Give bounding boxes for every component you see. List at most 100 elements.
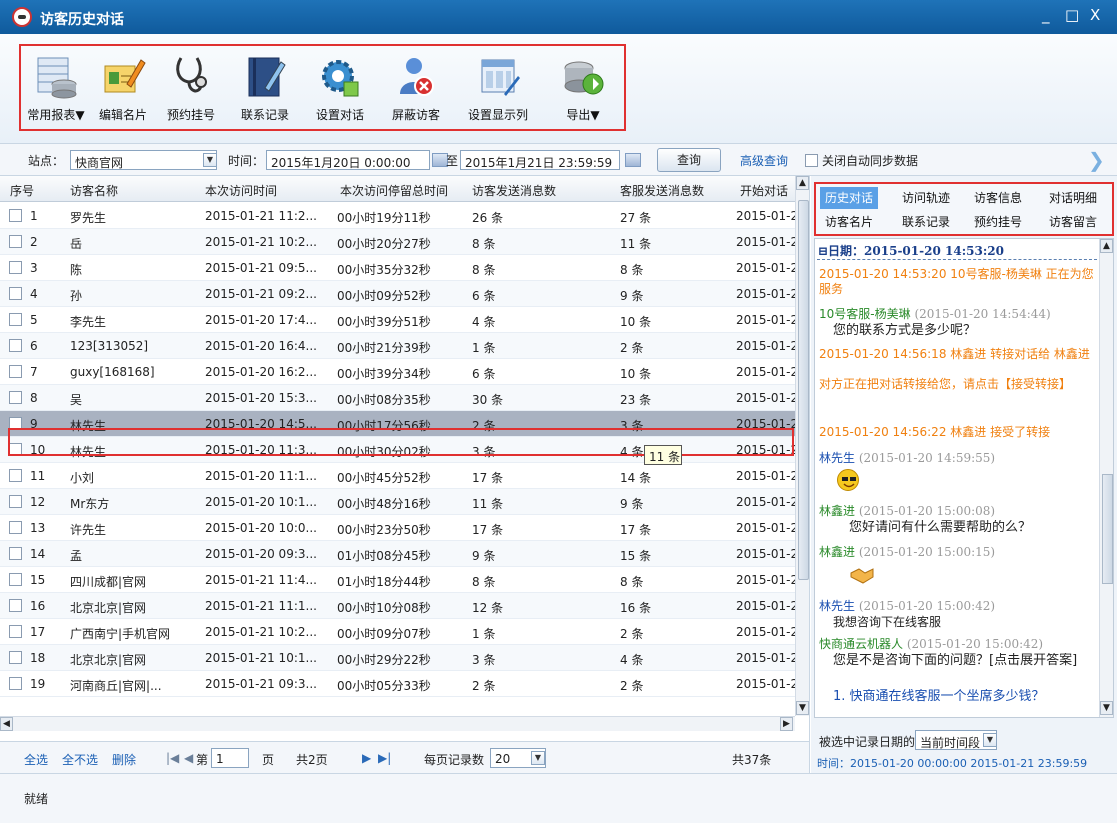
appointment-button[interactable]: 预约挂号 — [163, 54, 219, 126]
export-button[interactable]: 导出▼ — [555, 54, 611, 126]
chat-date-header[interactable]: ⊟日期：2015-01-20 14:53:20 — [818, 242, 1004, 259]
time-to-input[interactable]: 2015年1月21日 23:59:59 — [460, 150, 620, 170]
row-checkbox[interactable] — [9, 495, 22, 508]
row-checkbox[interactable] — [9, 521, 22, 534]
chevron-right-icon[interactable]: ❯ — [1088, 148, 1105, 172]
row-checkbox[interactable] — [9, 599, 22, 612]
col-header-name[interactable]: 访客名称 — [70, 182, 118, 199]
minimize-button[interactable]: _ — [1042, 6, 1050, 24]
per-page-dropdown-icon[interactable]: ▼ — [531, 751, 545, 765]
chat-scroll-up-icon[interactable]: ▲ — [1100, 239, 1113, 253]
tab-appointment[interactable]: 预约挂号 — [968, 211, 1028, 233]
time-range-dropdown-icon[interactable]: ▼ — [983, 733, 997, 747]
table-row[interactable]: 16 北京北京|官网 2015-01-21 11:1... 00小时10分08秒 12 … — [0, 593, 796, 619]
dialog-settings-button[interactable]: 设置对话 — [309, 54, 371, 126]
advanced-query-link[interactable]: 高级查询 — [740, 152, 788, 169]
dialog-settings-label: 设置对话 — [315, 108, 364, 122]
time-from-input[interactable]: 2015年1月20日 0:00:00 — [266, 150, 430, 170]
delete-link[interactable]: 删除 — [112, 751, 136, 768]
table-row[interactable]: 17 广西南宁|手机官网 2015-01-21 10:2... 00小时09分07秒 1… — [0, 619, 796, 645]
col-header-stay[interactable]: 本次访问停留总时间 — [340, 182, 448, 199]
row-checkbox[interactable] — [9, 287, 22, 300]
row-checkbox[interactable] — [9, 417, 22, 430]
table-vertical-scrollbar[interactable]: ▲ ▼ — [795, 176, 809, 716]
maximize-button[interactable]: □ — [1065, 6, 1079, 24]
block-visitor-button[interactable]: 屏蔽访客 — [385, 54, 447, 126]
last-page-icon[interactable]: ▶| — [378, 751, 391, 765]
close-button[interactable]: X — [1090, 6, 1100, 24]
row-checkbox[interactable] — [9, 469, 22, 482]
contact-records-button[interactable]: 联系记录 — [235, 54, 295, 126]
tab-history-dialog[interactable]: 历史对话 — [820, 187, 878, 209]
select-all-link[interactable]: 全选 — [24, 751, 48, 768]
table-row[interactable]: 14 孟 2015-01-20 09:3... 01小时08分45秒 9 条 15 条 20… — [0, 541, 796, 567]
row-checkbox[interactable] — [9, 443, 22, 456]
row-checkbox[interactable] — [9, 313, 22, 326]
site-dropdown-icon[interactable]: ▼ — [203, 153, 217, 167]
tooltip: 11 条 — [644, 445, 682, 465]
tab-visitor-message[interactable]: 访客留言 — [1042, 211, 1104, 233]
col-header-visit-time[interactable]: 本次访问时间 — [205, 182, 277, 199]
row-checkbox[interactable] — [9, 261, 22, 274]
row-checkbox[interactable] — [9, 209, 22, 222]
table-row[interactable]: 6 123[313052] 2015-01-20 16:4... 00小时21分39秒… — [0, 333, 796, 359]
table-row[interactable]: 9 林先生 2015-01-20 14:5... 00小时17分56秒 2 条 3 条 20… — [0, 411, 796, 437]
select-none-link[interactable]: 全不选 — [62, 751, 98, 768]
row-checkbox[interactable] — [9, 573, 22, 586]
prev-page-icon[interactable]: ◀ — [184, 751, 193, 765]
row-checkbox[interactable] — [9, 677, 22, 690]
faq-link[interactable]: 1. 快商通在线客服一个坐席多少钱？ — [833, 689, 1109, 704]
scroll-right-icon[interactable]: ▶ — [780, 717, 793, 731]
table-row[interactable]: 13 许先生 2015-01-20 10:0... 00小时23分50秒 17 条 17 … — [0, 515, 796, 541]
row-checkbox[interactable] — [9, 235, 22, 248]
edit-card-button[interactable]: 编辑名片 — [95, 54, 151, 126]
table-row[interactable]: 3 陈 2015-01-21 09:5... 00小时35分32秒 8 条 8 条 2015… — [0, 255, 796, 281]
table-row[interactable]: 1 罗先生 2015-01-21 11:2... 00小时19分11秒 26 条 27 条… — [0, 203, 796, 229]
col-header-staff-msgs[interactable]: 客服发送消息数 — [620, 182, 704, 199]
table-row[interactable]: 18 北京北京|官网 2015-01-21 10:1... 00小时29分22秒 3 条… — [0, 645, 796, 671]
first-page-icon[interactable]: |◀ — [166, 751, 179, 765]
table-horizontal-scrollbar[interactable]: ◀ ▶ — [0, 716, 795, 731]
row-checkbox[interactable] — [9, 391, 22, 404]
table-row[interactable]: 2 岳 2015-01-21 10:2... 00小时20分27秒 8 条 11 条 201… — [0, 229, 796, 255]
table-row[interactable]: 15 四川成都|官网 2015-01-21 11:4... 01小时18分44秒 8 条… — [0, 567, 796, 593]
common-reports-button[interactable]: 常用报表▼ — [25, 54, 87, 126]
chat-transfer-link[interactable]: 对方正在把对话转接给您，请点击【接受转接】 — [819, 377, 1095, 392]
table-row[interactable]: 7 guxy[168168] 2015-01-20 16:2... 00小时39分34… — [0, 359, 796, 385]
tab-contact-records[interactable]: 联系记录 — [896, 211, 956, 233]
col-header-no[interactable]: 序号 — [10, 182, 34, 199]
site-select[interactable]: 快商官网 — [70, 150, 217, 170]
chat-scroll-down-icon[interactable]: ▼ — [1100, 701, 1113, 715]
scroll-thumb[interactable] — [798, 200, 809, 580]
tab-visitor-info[interactable]: 访客信息 — [968, 187, 1028, 209]
auto-sync-checkbox[interactable] — [805, 154, 818, 167]
table-row[interactable]: 19 河南商丘|官网|... 2015-01-21 09:3... 00小时05分33… — [0, 671, 796, 697]
table-row[interactable]: 8 吴 2015-01-20 15:3... 00小时08分35秒 30 条 23 条 20… — [0, 385, 796, 411]
row-checkbox[interactable] — [9, 651, 22, 664]
scroll-down-icon[interactable]: ▼ — [796, 701, 809, 715]
chat-text[interactable]: 您是不是咨询下面的问题？[点击展开答案] — [833, 653, 1095, 668]
table-row[interactable]: 12 Mr东方 2015-01-20 10:1... 00小时48分16秒 11 条 9 … — [0, 489, 796, 515]
chat-scroll-thumb[interactable] — [1102, 474, 1113, 584]
next-page-icon[interactable]: ▶ — [362, 751, 371, 765]
row-checkbox[interactable] — [9, 547, 22, 560]
table-row[interactable]: 11 小刘 2015-01-20 11:1... 00小时45分52秒 17 条 14 条… — [0, 463, 796, 489]
table-row[interactable]: 5 李先生 2015-01-20 17:4... 00小时39分51秒 4 条 10 条 2… — [0, 307, 796, 333]
row-checkbox[interactable] — [9, 339, 22, 352]
row-checkbox[interactable] — [9, 365, 22, 378]
tab-visitor-card[interactable]: 访客名片 — [820, 211, 878, 233]
column-settings-button[interactable]: 设置显示列 — [461, 54, 535, 126]
table-row[interactable]: 4 孙 2015-01-21 09:2... 00小时09分52秒 6 条 9 条 2015… — [0, 281, 796, 307]
calendar-to-icon[interactable] — [625, 153, 641, 167]
chat-vertical-scrollbar[interactable]: ▲ ▼ — [1099, 239, 1113, 717]
col-header-start[interactable]: 开始对话 — [740, 182, 788, 199]
tab-dialog-detail[interactable]: 对话明细 — [1042, 187, 1104, 209]
row-checkbox[interactable] — [9, 625, 22, 638]
tab-visit-track[interactable]: 访问轨迹 — [896, 187, 956, 209]
query-button[interactable]: 查询 — [657, 148, 721, 172]
scroll-left-icon[interactable]: ◀ — [0, 717, 13, 731]
col-header-visitor-msgs[interactable]: 访客发送消息数 — [472, 182, 556, 199]
scroll-up-icon[interactable]: ▲ — [796, 176, 809, 190]
page-input[interactable]: 1 — [211, 748, 249, 768]
cell-smsg: 8 条 — [620, 263, 644, 277]
